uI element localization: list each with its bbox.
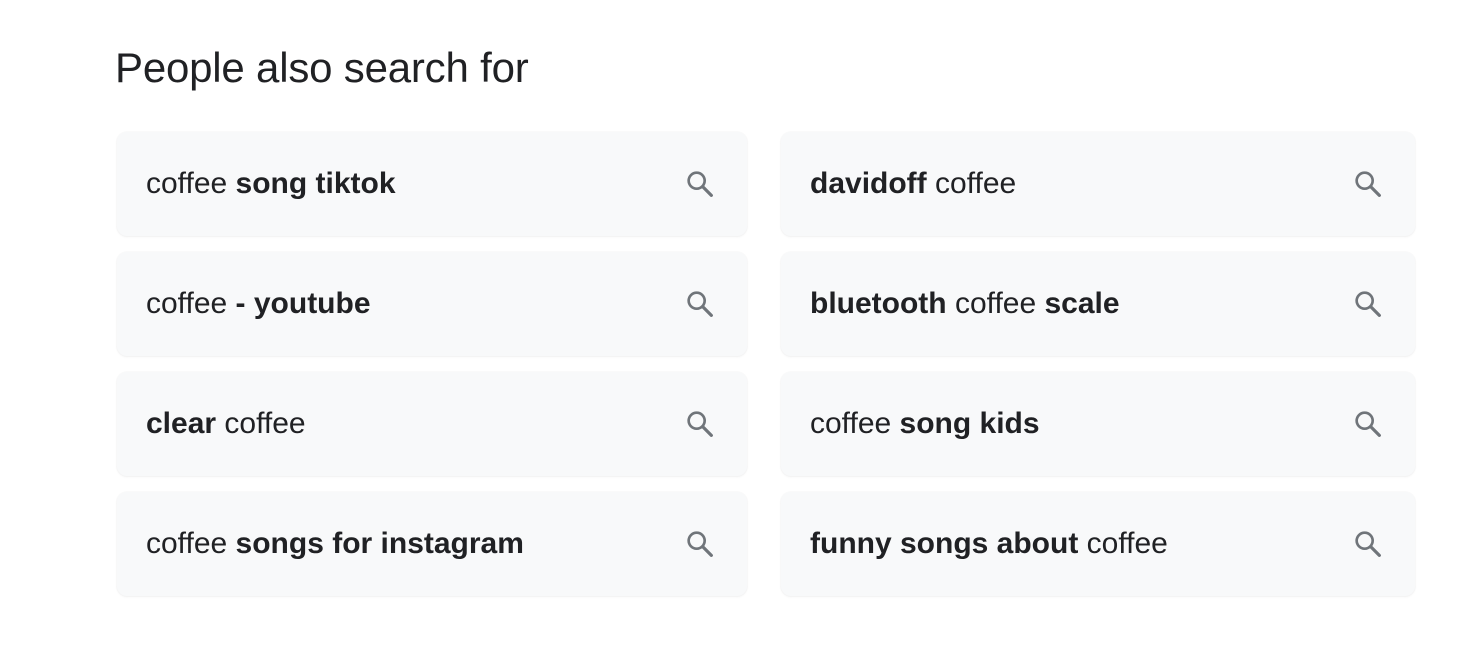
query-segment: coffee (146, 167, 236, 200)
query-segment-bold: bluetooth (810, 287, 947, 320)
related-search-chip[interactable]: davidoff coffee (781, 132, 1415, 236)
query-segment: coffee (216, 407, 306, 440)
search-icon (1351, 167, 1385, 201)
related-search-label: funny songs about coffee (810, 524, 1168, 564)
related-searches-grid: coffee song tiktok davidoff coffee coffe… (117, 132, 1415, 596)
related-search-chip[interactable]: clear coffee (117, 372, 747, 476)
query-segment: coffee (926, 167, 1017, 200)
query-segment-bold: - youtube (235, 287, 371, 320)
search-icon (683, 167, 717, 201)
related-search-label: coffee songs for instagram (146, 524, 524, 564)
query-segment-bold: song tiktok (235, 167, 396, 200)
related-search-label: coffee - youtube (146, 284, 371, 324)
query-segment: coffee (946, 287, 1045, 320)
search-icon (683, 287, 717, 321)
related-search-label: bluetooth coffee scale (810, 284, 1120, 324)
related-search-chip[interactable]: coffee song kids (781, 372, 1415, 476)
query-segment-bold: song kids (899, 407, 1040, 440)
related-search-chip[interactable]: bluetooth coffee scale (781, 252, 1415, 356)
section-title: People also search for (115, 44, 529, 91)
search-icon (683, 527, 717, 561)
query-segment: coffee (810, 407, 900, 440)
query-segment: coffee (1078, 527, 1168, 560)
query-segment: coffee (146, 527, 236, 560)
related-search-chip[interactable]: coffee song tiktok (117, 132, 747, 236)
search-icon (1351, 527, 1385, 561)
query-segment: coffee (146, 287, 236, 320)
search-icon (683, 407, 717, 441)
query-segment-bold: clear (146, 407, 217, 440)
related-search-label: davidoff coffee (810, 164, 1016, 204)
related-search-chip[interactable]: funny songs about coffee (781, 492, 1415, 596)
query-segment-bold: songs for instagram (235, 527, 524, 560)
search-icon (1351, 407, 1385, 441)
related-search-chip[interactable]: coffee songs for instagram (117, 492, 747, 596)
related-search-chip[interactable]: coffee - youtube (117, 252, 747, 356)
query-segment-bold: funny songs about (810, 527, 1079, 560)
related-search-label: coffee song tiktok (146, 164, 396, 204)
related-search-label: clear coffee (146, 404, 306, 444)
search-icon (1351, 287, 1385, 321)
related-search-label: coffee song kids (810, 404, 1040, 444)
query-segment-bold: scale (1044, 287, 1120, 320)
query-segment-bold: davidoff (810, 167, 927, 200)
